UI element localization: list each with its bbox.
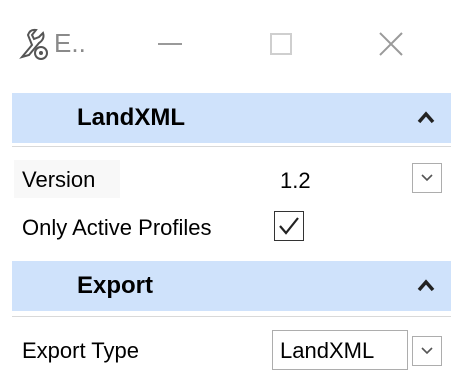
only-active-profiles-label: Only Active Profiles [22, 215, 212, 240]
minimize-icon [158, 43, 182, 45]
section-header-landxml[interactable]: LandXML [12, 93, 451, 143]
divider [12, 146, 451, 147]
version-label: Version [22, 167, 96, 192]
maximize-button[interactable] [246, 14, 316, 74]
chevron-up-icon[interactable] [415, 275, 437, 295]
divider [12, 316, 451, 317]
settings-gear-icon[interactable] [18, 27, 50, 61]
title-bar: E.. [0, 0, 451, 88]
version-dropdown-button[interactable] [412, 163, 442, 193]
window-title: E.. [54, 28, 86, 58]
section-header-export[interactable]: Export [12, 261, 451, 311]
only-active-profiles-checkbox[interactable] [274, 211, 304, 241]
chevron-down-icon [421, 174, 433, 182]
chevron-down-icon [421, 347, 433, 355]
close-icon [379, 32, 403, 56]
maximize-icon [270, 33, 292, 55]
section-title: LandXML [77, 104, 185, 131]
version-value: 1.2 [280, 168, 311, 193]
export-type-value: LandXML [280, 338, 375, 363]
section-title: Export [77, 272, 154, 299]
checkmark-icon [279, 217, 299, 235]
chevron-up-icon[interactable] [415, 107, 437, 127]
export-type-label: Export Type [22, 338, 139, 363]
close-button[interactable] [356, 14, 426, 74]
export-type-dropdown-button[interactable] [412, 336, 442, 366]
minimize-button[interactable] [135, 14, 205, 74]
